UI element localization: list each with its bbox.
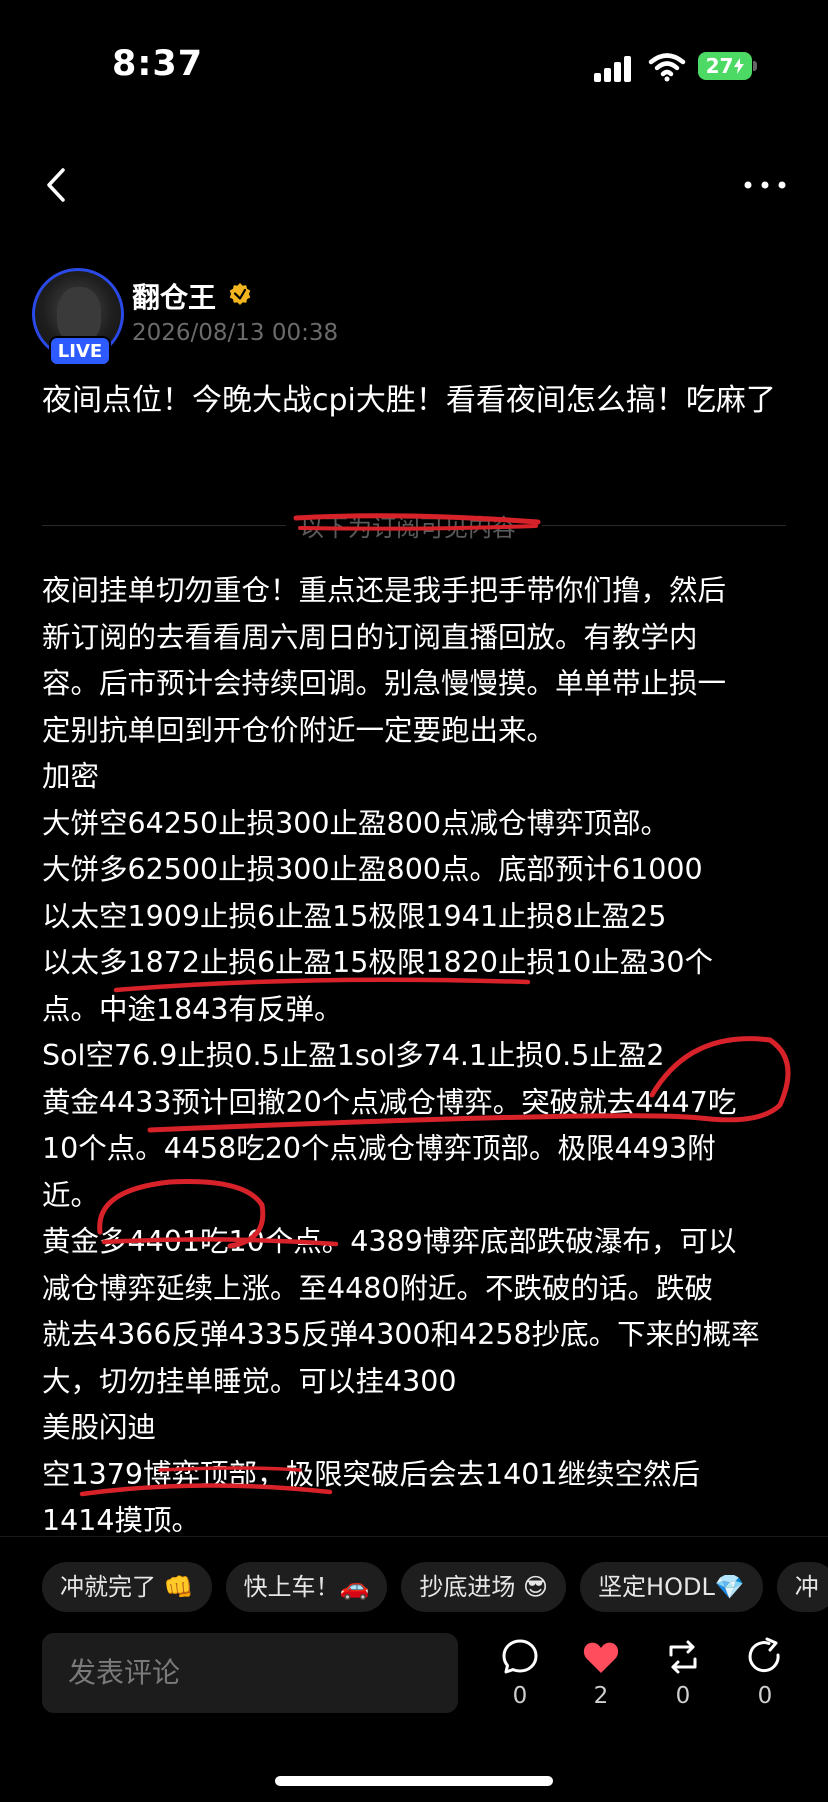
bottom-panel: 冲就完了 👊 快上车！🚗 抄底进场 😎 坚定HODL💎 冲 发表评论 0 2 0 0	[0, 1536, 828, 1802]
divider-line-right	[542, 525, 786, 526]
quick-reply-bar: 冲就完了 👊 快上车！🚗 抄底进场 😎 坚定HODL💎 冲	[42, 1562, 828, 1614]
battery-indicator: 27	[698, 52, 752, 80]
share-icon	[748, 1637, 780, 1673]
author-name[interactable]: 翻仓王	[132, 276, 216, 316]
content-line: 新订阅的去看看周六周日的订阅直播回放。有教学内	[42, 620, 698, 654]
post-timestamp: 2026/08/13 00:38	[132, 320, 339, 346]
content-line: 空1379博弈顶部，极限突破后会去1401继续空然后	[42, 1457, 701, 1491]
content-line: 就去4366反弹4335反弹4300和4258抄底。下来的概率	[42, 1318, 760, 1351]
content-line: 近。	[42, 1178, 100, 1212]
home-indicator	[275, 1776, 553, 1786]
comment-count: 0	[512, 1683, 528, 1709]
wifi-icon	[648, 53, 686, 82]
content-line: 大，切勿挂单睡觉。可以挂4300	[42, 1364, 457, 1398]
battery-level: 27	[705, 54, 734, 78]
status-bar: 8:37 27	[0, 0, 828, 130]
content-line: 加密	[42, 760, 100, 793]
quick-reply-chip[interactable]: 快上车！🚗	[225, 1562, 388, 1612]
quick-reply-chip[interactable]: 坚定HODL💎	[580, 1562, 763, 1612]
chevron-left-icon	[47, 168, 65, 202]
content-line: 以太空1909止损6止盈15极限1941止损8止盈25	[42, 899, 667, 933]
content-line: 以太多1872止损6止盈15极限1820止损10止盈30个	[42, 946, 713, 979]
content-line: 大饼多62500止损300止盈800点。底部预计61000	[42, 853, 703, 886]
share-count: 0	[757, 1683, 773, 1709]
live-badge[interactable]: LIVE	[49, 336, 111, 366]
content-line: 点。中途1843有反弹。	[42, 992, 343, 1026]
avatar[interactable]: LIVE	[32, 268, 124, 366]
content-line: Sol空76.9止损0.5止盈1sol多74.1止损0.5止盈2	[42, 1039, 665, 1072]
status-time: 8:37	[112, 44, 204, 84]
content-line: 减仓博弈延续上涨。至4480附近。不跌破的话。跌破	[42, 1271, 714, 1305]
content-line: 大饼空64250止损300止盈800点减仓博弈顶部。	[42, 806, 669, 840]
share-action[interactable]: 0	[735, 1637, 795, 1709]
subscriber-divider-label: 以下为订阅可见内容	[300, 514, 516, 542]
repost-icon	[669, 1640, 697, 1674]
content-line: 美股闪迪	[42, 1411, 157, 1444]
quick-reply-chip[interactable]: 冲	[776, 1562, 828, 1612]
repost-count: 0	[675, 1683, 691, 1709]
repost-action[interactable]: 0	[653, 1637, 713, 1709]
comment-bubble-icon	[502, 1639, 538, 1674]
content-line: 黄金4433预计回撤20个点减仓博弈。突破就去4447吃	[42, 1085, 737, 1119]
content-line: 容。后市预计会持续回调。别急慢慢摸。单单带止损一	[42, 667, 727, 700]
content-line: 10个点。4458吃20个点减仓博弈顶部。极限4493附	[42, 1132, 716, 1165]
divider-line-left	[42, 525, 286, 526]
content-line: 夜间挂单切勿重仓！重点还是我手把手带你们撸，然后	[42, 574, 727, 607]
content-line: 黄金多4401吃10个点。4389博弈底部跌破瀑布，可以	[42, 1225, 737, 1258]
battery-tip	[753, 61, 757, 71]
cellular-signal-icon	[594, 56, 631, 82]
post-content: 夜间挂单切勿重仓！重点还是我手把手带你们撸，然后 新订阅的去看看周六周日的订阅直…	[42, 568, 792, 1545]
like-count: 2	[593, 1683, 609, 1709]
heart-filled-icon	[583, 1642, 619, 1673]
more-dots-icon	[744, 181, 786, 189]
avatar-figure	[57, 287, 101, 343]
comment-action[interactable]: 0	[490, 1637, 550, 1709]
content-line: 定别抗单回到开仓价附近一定要跑出来。	[42, 713, 556, 747]
post-title: 夜间点位！今晚大战cpi大胜！看看夜间怎么搞！吃麻了	[42, 383, 776, 418]
like-action[interactable]: 2	[571, 1637, 631, 1709]
quick-reply-chip[interactable]: 冲就完了 👊	[42, 1562, 212, 1612]
quick-reply-chip[interactable]: 抄底进场 😎	[401, 1562, 567, 1612]
comment-input[interactable]: 发表评论	[42, 1633, 458, 1713]
more-options-button[interactable]	[740, 165, 790, 205]
charging-icon	[734, 58, 745, 74]
verified-badge-icon	[229, 283, 251, 305]
back-button[interactable]	[36, 160, 76, 210]
